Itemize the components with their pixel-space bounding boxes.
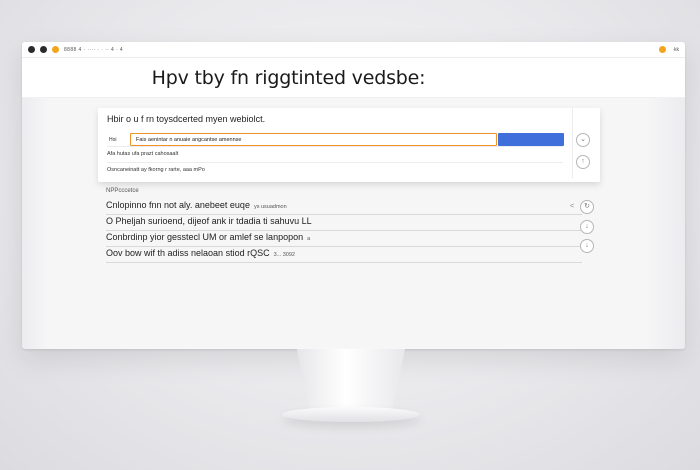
list-item-text: Conbrdinp yior gesstecl UM or amlef se l… xyxy=(106,232,304,242)
browser-logo-icon xyxy=(52,46,59,53)
monitor-stand-neck xyxy=(297,349,405,413)
list-item-meta: ys usuadmon xyxy=(253,204,287,210)
section-label: NPPcccetce xyxy=(106,188,139,194)
list-item[interactable]: Oov bow wif th adiss nelaoan stiod rQSC 3… xyxy=(106,247,582,263)
suggestion-text: Afa hutas ufa prazt cahosaalt xyxy=(107,151,179,157)
refresh-icon[interactable]: ↻ xyxy=(580,200,594,214)
address-bar[interactable]: 8888 4 · ···· · · ·· 4 · 4 xyxy=(64,47,654,53)
download-icon[interactable]: ↓ xyxy=(580,220,594,234)
list-item[interactable]: Conbrdinp yior gesstecl UM or amlef se l… xyxy=(106,231,582,247)
monitor-screen: 8888 4 · ···· · · ·· 4 · 4 ·kk Hpv tby f… xyxy=(22,42,685,349)
suggestion-item[interactable]: Osncaneinatt ay fkorng r rarte, aaa mPo xyxy=(107,162,563,178)
list-item-meta: a xyxy=(307,236,311,242)
back-icon[interactable] xyxy=(28,46,35,53)
browser-toolbar: 8888 4 · ···· · · ·· 4 · 4 ·kk xyxy=(22,42,685,58)
suggestion-text: Osncaneinatt ay fkorng r rarte, aaa mPo xyxy=(107,167,205,173)
search-button[interactable] xyxy=(498,133,564,146)
suggestion-item[interactable]: Afa hutas ufa prazt cahosaalt xyxy=(107,146,563,162)
expand-marker[interactable]: < xyxy=(570,203,574,210)
search-input[interactable]: Fais aenintar n anuaie angcantse amennse xyxy=(130,133,497,146)
screen-glare-left xyxy=(22,98,50,349)
screen-glare-right xyxy=(645,98,685,349)
page-header: Hpv tby fn riggtinted vedsbe: xyxy=(22,58,685,98)
list-item[interactable]: O Pheljah surioend, dijeof ank ir tdadia… xyxy=(106,215,582,231)
search-card-heading: Hbir o u f rn toysdcerted myen webiolct. xyxy=(107,114,266,124)
search-card: Hbir o u f rn toysdcerted myen webiolct.… xyxy=(98,108,600,182)
query-label: Hoi xyxy=(109,137,117,143)
chevron-down-icon[interactable]: ⌄ xyxy=(576,133,590,147)
list-item-text: Oov bow wif th adiss nelaoan stiod rQSC xyxy=(106,248,270,258)
list-item[interactable]: Cnlopinno fnn not aly. anebeet euqe ys us… xyxy=(106,199,582,215)
list-item-text: Cnlopinno fnn not aly. anebeet euqe xyxy=(106,200,250,210)
page-title: Hpv tby fn riggtinted vedsbe: xyxy=(151,66,426,89)
extension-icon[interactable] xyxy=(659,46,667,53)
main-content: Hbir o u f rn toysdcerted myen webiolct.… xyxy=(22,98,685,348)
monitor-stand-base xyxy=(282,407,420,422)
list-item-meta: 3... 3092 xyxy=(273,252,295,258)
menu-label[interactable]: ·kk xyxy=(672,47,679,53)
arrow-up-icon[interactable]: ↑ xyxy=(576,155,590,169)
forward-icon[interactable] xyxy=(40,46,47,53)
list-item-text: O Pheljah surioend, dijeof ank ir tdadia… xyxy=(106,216,312,226)
download-icon[interactable]: ↓ xyxy=(580,239,594,253)
